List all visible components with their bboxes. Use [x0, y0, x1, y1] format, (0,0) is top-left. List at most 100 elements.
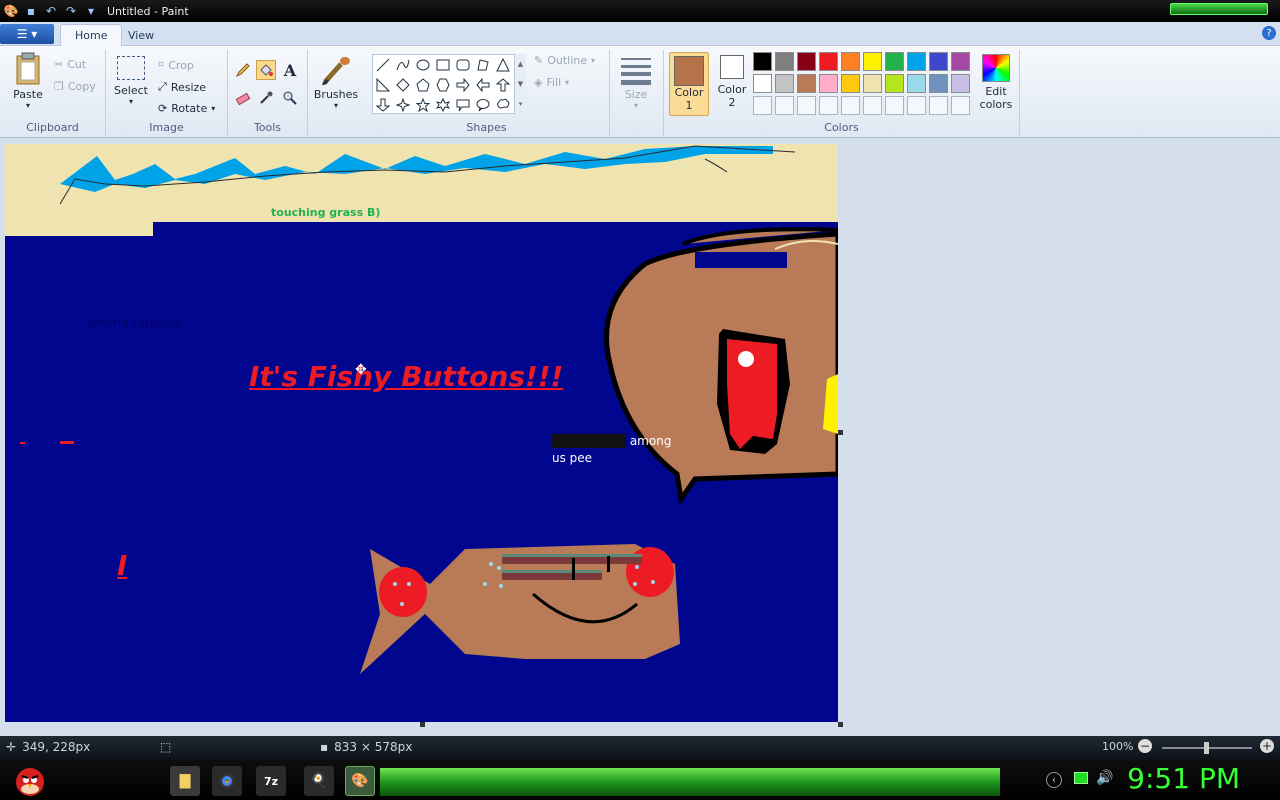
fill-icon: ◈ [534, 76, 543, 89]
outline-button[interactable]: ✎ Outline ▾ [534, 54, 595, 67]
palette-swatch[interactable] [775, 52, 794, 71]
palette-swatch[interactable] [907, 52, 926, 71]
palette-swatch[interactable] [907, 74, 926, 93]
save-icon[interactable]: ▪ [23, 3, 39, 19]
polygon-shape-icon[interactable] [473, 55, 493, 75]
custom-color-slot[interactable] [753, 96, 772, 115]
paint-taskbar-icon[interactable]: 🎨 [345, 766, 375, 796]
left-arrow-shape-icon[interactable] [473, 75, 493, 95]
customize-dropdown-icon[interactable]: ▾ [83, 3, 99, 19]
custom-color-slot[interactable] [885, 96, 904, 115]
pentagon-shape-icon[interactable] [413, 75, 433, 95]
rectangle-shape-icon[interactable] [433, 55, 453, 75]
custom-color-slot[interactable] [907, 96, 926, 115]
drawing-canvas[interactable]: touching grass B) among rapistsd It's Fi… [5, 144, 838, 722]
paste-button[interactable]: Paste ▾ [8, 52, 48, 110]
zoom-slider[interactable] [1162, 742, 1252, 754]
rectangular-callout-shape-icon[interactable] [453, 95, 473, 115]
start-button[interactable] [8, 762, 48, 798]
network-icon[interactable] [1074, 772, 1088, 784]
up-arrow-shape-icon[interactable] [493, 75, 513, 95]
palette-swatch[interactable] [775, 74, 794, 93]
palette-swatch[interactable] [753, 52, 772, 71]
pencil-icon[interactable] [233, 60, 253, 80]
custom-color-slot[interactable] [929, 96, 948, 115]
six-point-star-shape-icon[interactable] [433, 95, 453, 115]
select-button[interactable]: Select ▾ [114, 56, 148, 106]
custom-color-slot[interactable] [841, 96, 860, 115]
resize-handle-bottom[interactable] [420, 722, 425, 727]
palette-swatch[interactable] [841, 74, 860, 93]
palette-swatch[interactable] [863, 52, 882, 71]
cut-button[interactable]: ✂ Cut [54, 58, 86, 71]
hexagon-shape-icon[interactable] [433, 75, 453, 95]
palette-swatch[interactable] [951, 52, 970, 71]
custom-color-slot[interactable] [775, 96, 794, 115]
chrome-taskbar-icon[interactable] [212, 766, 242, 796]
line-shape-icon[interactable] [373, 55, 393, 75]
down-arrow-shape-icon[interactable] [373, 95, 393, 115]
palette-swatch[interactable] [753, 74, 772, 93]
palette-swatch[interactable] [885, 74, 904, 93]
paint-app-icon[interactable]: 🎨 [3, 3, 19, 19]
fill-button[interactable]: ◈ Fill ▾ [534, 76, 569, 89]
oval-shape-icon[interactable] [413, 55, 433, 75]
right-arrow-shape-icon[interactable] [453, 75, 473, 95]
four-point-star-shape-icon[interactable] [393, 95, 413, 115]
paint-menu-button[interactable]: ☰ ▾ [0, 24, 54, 44]
palette-swatch[interactable] [797, 74, 816, 93]
size-button[interactable]: Size ▾ [618, 54, 654, 110]
zoom-out-button[interactable]: − [1138, 739, 1152, 753]
palette-swatch[interactable] [797, 52, 816, 71]
text-tool-icon[interactable]: A [280, 60, 300, 80]
custom-color-slot[interactable] [863, 96, 882, 115]
undo-icon[interactable]: ↶ [43, 3, 59, 19]
palette-swatch[interactable] [885, 52, 904, 71]
color-picker-icon[interactable] [256, 88, 276, 108]
7zip-taskbar-icon[interactable]: 7z [256, 766, 286, 796]
eraser-icon[interactable] [233, 88, 253, 108]
canvas-area[interactable]: touching grass B) among rapistsd It's Fi… [0, 139, 1280, 736]
app-taskbar-icon[interactable]: 🍳 [304, 766, 334, 796]
rotate-button[interactable]: ⟳ Rotate ▾ [158, 102, 215, 115]
shapes-scrollbar[interactable]: ▲ ▼ ▾ [514, 54, 526, 114]
magnifier-icon[interactable] [280, 88, 300, 108]
palette-swatch[interactable] [929, 52, 948, 71]
resize-button[interactable]: ⤢ Resize [158, 80, 206, 94]
palette-swatch[interactable] [863, 74, 882, 93]
taskbar-clock[interactable]: 9:51 PM [1127, 762, 1240, 795]
palette-swatch[interactable] [841, 52, 860, 71]
palette-swatch[interactable] [951, 74, 970, 93]
color2-button[interactable]: Color 2 [713, 55, 751, 109]
help-icon[interactable]: ? [1262, 26, 1276, 40]
copy-button[interactable]: ❐ Copy [54, 80, 96, 93]
volume-icon[interactable]: 🔊 [1096, 770, 1113, 786]
diamond-shape-icon[interactable] [393, 75, 413, 95]
oval-callout-shape-icon[interactable] [473, 95, 493, 115]
triangle-shape-icon[interactable] [493, 55, 513, 75]
explorer-taskbar-icon[interactable]: ▇ [170, 766, 200, 796]
curve-shape-icon[interactable] [393, 55, 413, 75]
resize-handle-corner[interactable] [838, 722, 843, 727]
color1-button[interactable]: Color 1 [669, 52, 709, 116]
tab-view[interactable]: View [114, 24, 168, 46]
brushes-button[interactable]: Brushes ▾ [314, 54, 358, 110]
crop-button[interactable]: ⌗ Crop [158, 58, 194, 72]
tray-chevron-icon[interactable]: ‹ [1046, 772, 1062, 788]
cloud-callout-shape-icon[interactable] [493, 95, 513, 115]
edit-colors-button[interactable]: Edit colors [976, 54, 1016, 111]
right-triangle-shape-icon[interactable] [373, 75, 393, 95]
palette-swatch[interactable] [819, 52, 838, 71]
palette-swatch[interactable] [819, 74, 838, 93]
resize-handle-right[interactable] [838, 430, 843, 435]
window-controls[interactable] [1170, 3, 1268, 15]
zoom-in-button[interactable]: + [1260, 739, 1274, 753]
custom-color-slot[interactable] [819, 96, 838, 115]
five-point-star-shape-icon[interactable] [413, 95, 433, 115]
redo-icon[interactable]: ↷ [63, 3, 79, 19]
custom-color-slot[interactable] [797, 96, 816, 115]
fill-bucket-icon[interactable] [256, 60, 276, 80]
rounded-rectangle-shape-icon[interactable] [453, 55, 473, 75]
custom-color-slot[interactable] [951, 96, 970, 115]
palette-swatch[interactable] [929, 74, 948, 93]
